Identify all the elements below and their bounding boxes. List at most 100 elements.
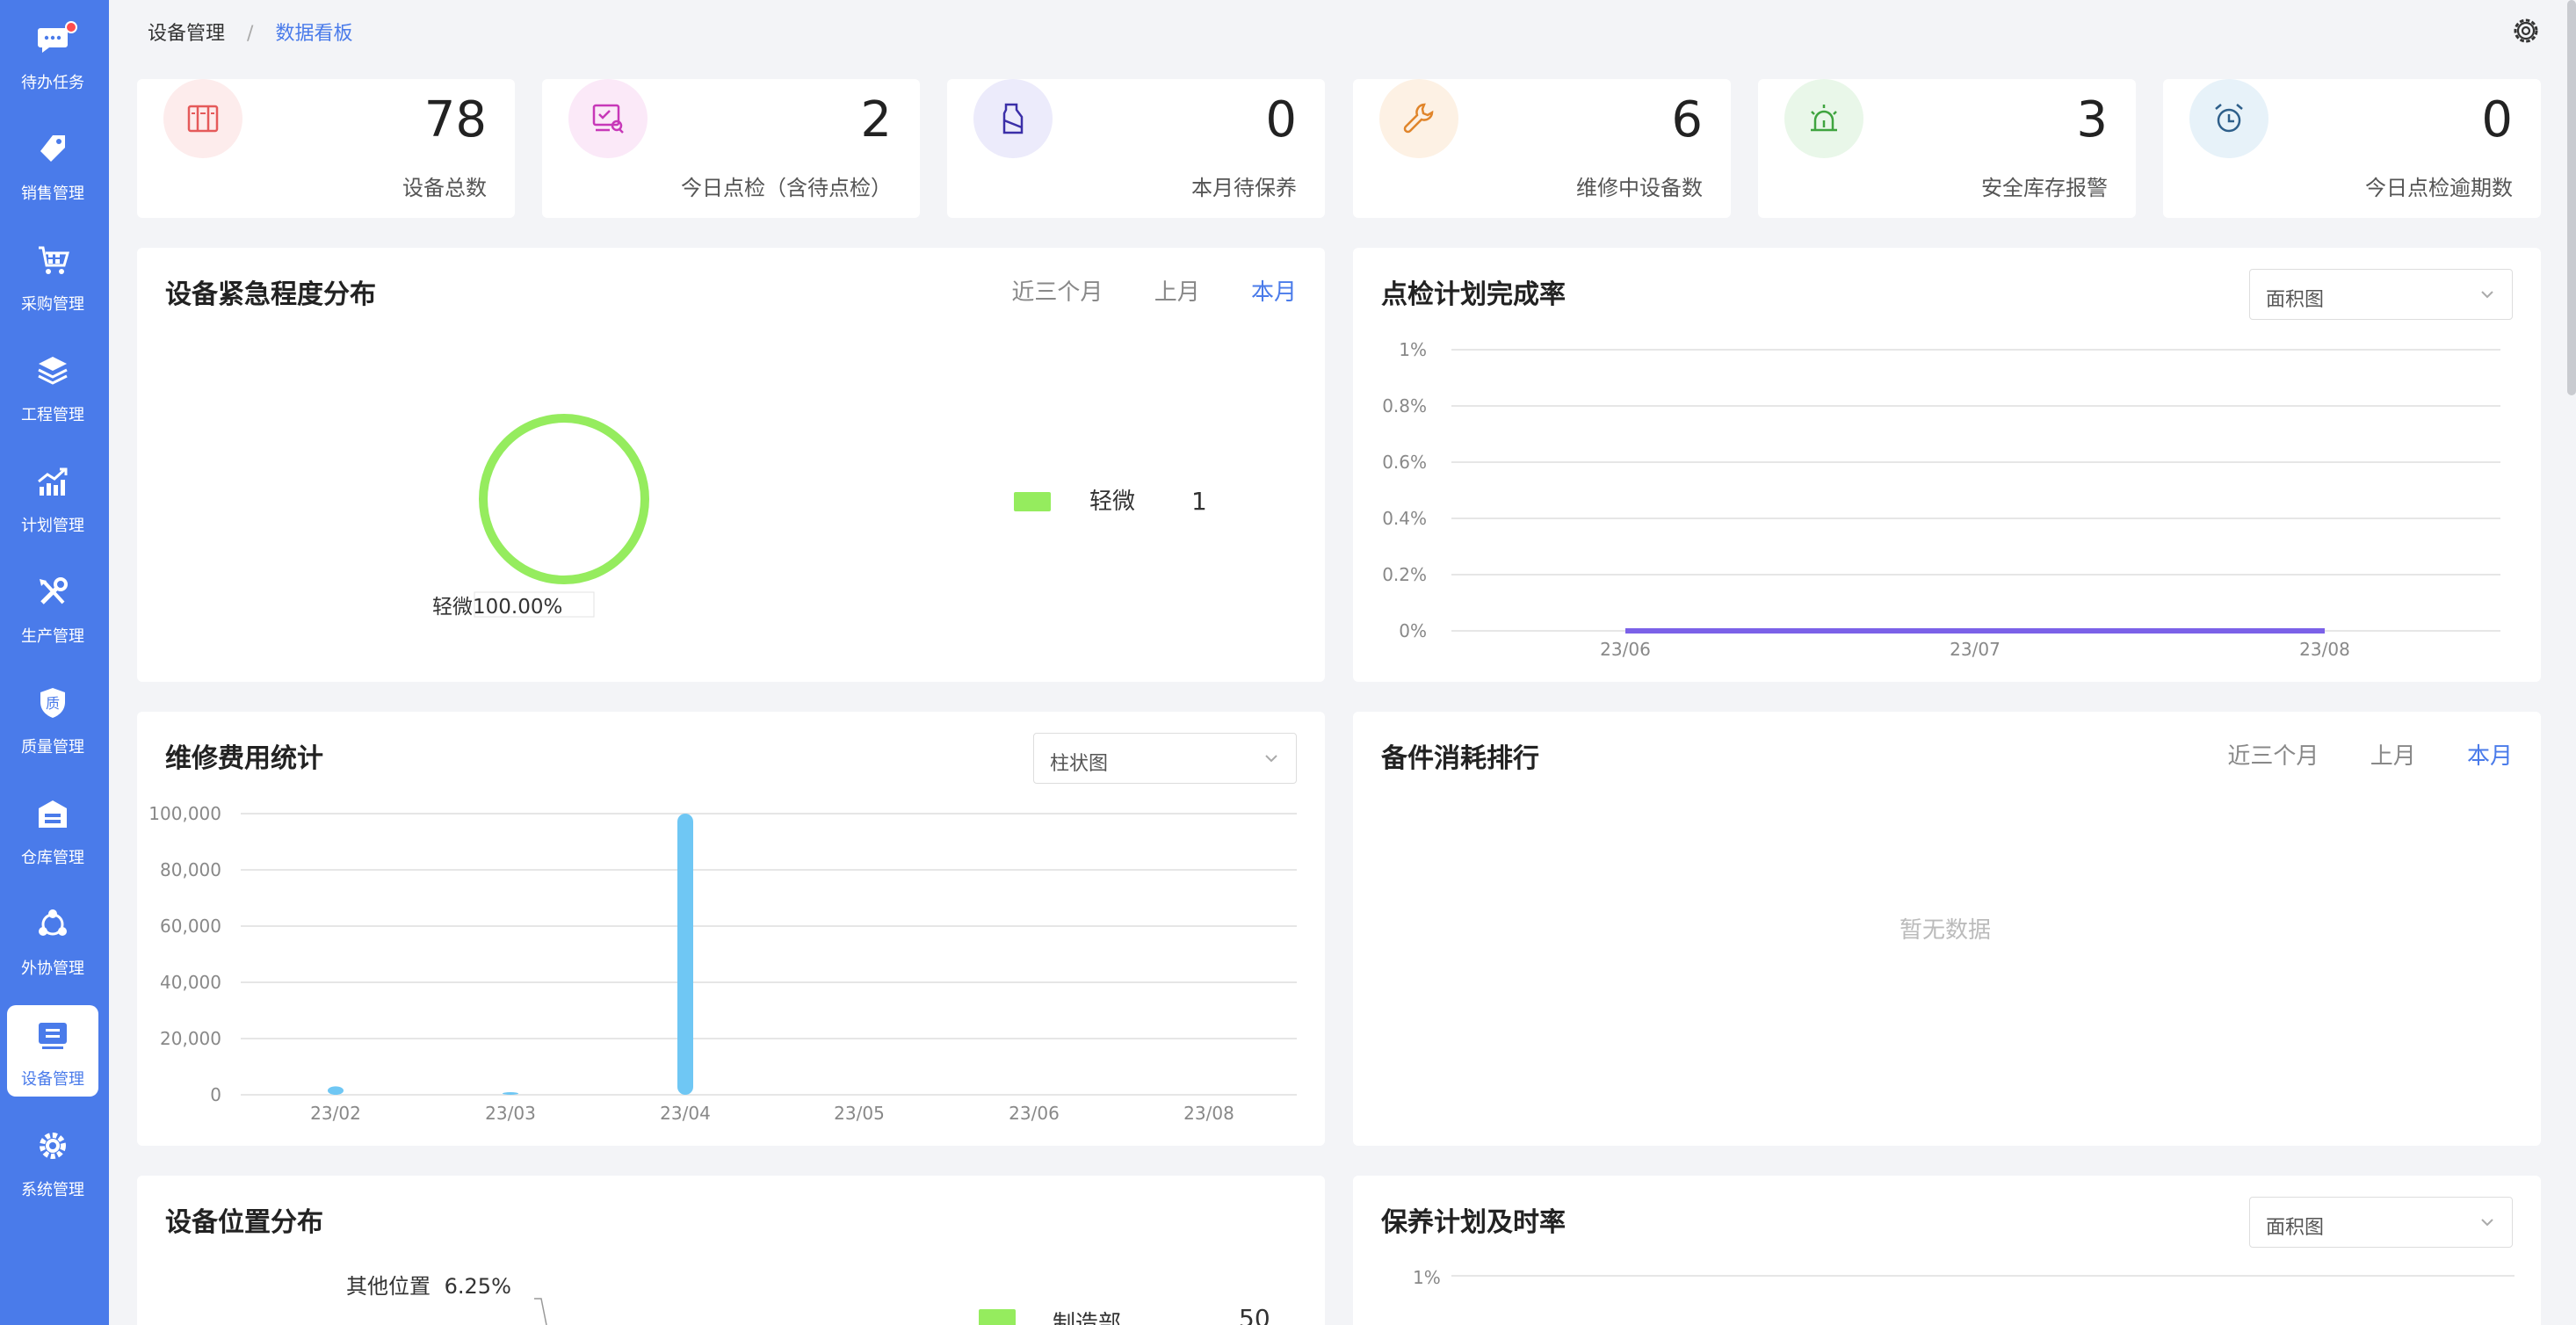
y-tick-label: 1% [1399, 339, 1427, 360]
sidebar-item-label: 采购管理 [21, 295, 84, 314]
share-icon [39, 909, 67, 936]
sidebar-item-sales[interactable]: 销售管理 [7, 119, 98, 211]
x-tick-label: 23/06 [1009, 1103, 1060, 1124]
sidebar-item-label: 销售管理 [21, 185, 84, 203]
x-tick-label: 23/06 [1600, 639, 1651, 660]
notification-dot [65, 21, 77, 33]
donut-slice [479, 414, 649, 584]
settings-icon[interactable] [2511, 16, 2541, 46]
stat-value: 2 [860, 91, 892, 148]
sidebar: 待办任务 销售管理 采购管理 工程管理 计划管理 生产管理 质 质量管理 仓库管… [0, 0, 109, 1325]
stat-value: 3 [2076, 91, 2108, 148]
sidebar-item-engineering[interactable]: 工程管理 [7, 341, 98, 432]
warehouse-icon [39, 800, 67, 828]
repair-cost-bar-chart: 100,000 80,000 60,000 40,000 20,000 0 23/02 23/… [148, 803, 1297, 1124]
legend-swatch [979, 1309, 1016, 1325]
tag-icon [40, 135, 65, 162]
sidebar-item-label: 计划管理 [21, 517, 84, 535]
y-tick-label: 80,000 [160, 859, 221, 880]
sidebar-item-system[interactable]: 系统管理 [7, 1116, 98, 1207]
stat-label: 维修中设备数 [1576, 176, 1703, 200]
sidebar-item-plan[interactable]: 计划管理 [7, 452, 98, 543]
breadcrumb-current: 数据看板 [275, 23, 353, 45]
x-tick-label: 23/07 [1950, 639, 2001, 660]
stat-icon-circle [163, 79, 242, 158]
repair-cost-panel: 维修费用统计 柱状图 100,000 80,000 60,000 40,000 20,0… [137, 712, 1325, 1146]
y-tick-label: 40,000 [160, 972, 221, 993]
stat-value: 6 [1671, 91, 1703, 148]
sidebar-item-label: 工程管理 [21, 406, 84, 424]
alarm-light-icon [1811, 105, 1837, 132]
location-panel: 设备位置分布 其他位置 6.25% 制造部 50 [137, 1176, 1325, 1325]
bar [503, 1092, 518, 1095]
spare-parts-panel: 备件消耗排行 近三个月 上月 本月 暂无数据 [1353, 712, 2541, 1146]
cart-icon [39, 246, 69, 274]
shield-glyph: 质 [46, 695, 60, 712]
x-tick-label: 23/03 [485, 1103, 536, 1124]
bottle-icon [1002, 103, 1024, 134]
sidebar-item-label: 系统管理 [21, 1181, 84, 1199]
y-tick-label: 60,000 [160, 916, 221, 937]
tab-last-month[interactable]: 上月 [2370, 743, 2416, 770]
legend-name: 轻微 [1089, 489, 1135, 515]
slice-label: 轻微100.00% [432, 596, 562, 619]
stat-icon-circle [568, 79, 648, 158]
inspection-panel: 点检计划完成率 面积图 1% 0.8% 0.6% 0.4% 0.2% 0% 23/06 23/… [1353, 248, 2541, 682]
sidebar-item-warehouse[interactable]: 仓库管理 [7, 784, 98, 875]
sidebar-item-label: 待办任务 [21, 74, 84, 92]
page-scrollbar[interactable] [2567, 0, 2576, 395]
legend-value: 50 [1239, 1304, 1270, 1325]
bar [677, 814, 693, 1095]
y-tick-label: 0 [210, 1084, 221, 1105]
urgency-donut-chart: 轻微100.00% 轻微 1 [432, 414, 1207, 619]
stat-label: 安全库存报警 [1981, 176, 2108, 200]
stat-card-total-devices[interactable]: 78 设备总数 [137, 79, 515, 218]
y-tick-label: 0.2% [1382, 564, 1427, 585]
legend-name: 制造部 [1053, 1311, 1122, 1325]
tab-this-month[interactable]: 本月 [2467, 743, 2513, 770]
bar [328, 1086, 344, 1095]
sidebar-item-label: 设备管理 [21, 1070, 84, 1089]
stat-label: 设备总数 [402, 176, 487, 200]
sidebar-item-purchase[interactable]: 采购管理 [7, 230, 98, 322]
stat-card-overdue[interactable]: 0 今日点检逾期数 [2163, 79, 2541, 218]
legend-swatch [1014, 492, 1051, 511]
pie-label-percent: 6.25% [444, 1274, 511, 1299]
stat-icon-circle [1784, 79, 1863, 158]
tab-last-three-months[interactable]: 近三个月 [2227, 743, 2319, 770]
inspection-line-chart: 1% 0.8% 0.6% 0.4% 0.2% 0% 23/06 23/07 23/08 [1382, 339, 2500, 660]
wrench-icon [1403, 103, 1434, 134]
breadcrumb-root[interactable]: 设备管理 [148, 23, 225, 45]
empty-state-text: 暂无数据 [1899, 917, 1992, 944]
stat-card-maintenance-pending[interactable]: 0 本月待保养 [947, 79, 1325, 218]
sidebar-item-label: 外协管理 [21, 959, 84, 978]
stat-card-repairing[interactable]: 6 维修中设备数 [1353, 79, 1731, 218]
legend-value: 1 [1191, 487, 1207, 516]
stat-label: 今日点检逾期数 [2365, 176, 2513, 200]
x-tick-label: 23/02 [310, 1103, 361, 1124]
sidebar-item-production[interactable]: 生产管理 [7, 562, 98, 654]
gear-icon [40, 1133, 66, 1159]
layers-icon [38, 357, 68, 385]
x-tick-label: 23/08 [2299, 639, 2350, 660]
stat-icon-circle [2189, 79, 2268, 158]
tools-icon [40, 577, 68, 605]
stat-label: 今日点检（含待点检） [681, 176, 892, 200]
stat-label: 本月待保养 [1191, 176, 1297, 200]
sidebar-item-todo[interactable]: 待办任务 [7, 9, 98, 100]
monitor-search-icon [592, 104, 624, 134]
sidebar-item-device[interactable]: 设备管理 [7, 1005, 98, 1097]
period-tabs: 近三个月 上月 本月 [2183, 738, 2513, 771]
y-tick-label: 0% [1399, 620, 1427, 641]
stat-card-stock-alarm[interactable]: 3 安全库存报警 [1758, 79, 2136, 218]
stat-card-today-inspection[interactable]: 2 今日点检（含待点检） [542, 79, 920, 218]
stat-value: 0 [1265, 91, 1297, 148]
y-tick-label: 0.4% [1382, 508, 1427, 529]
breadcrumb-separator: / [247, 23, 254, 45]
stat-icon-circle [973, 79, 1053, 158]
sidebar-item-quality[interactable]: 质 质量管理 [7, 673, 98, 764]
sidebar-item-label: 生产管理 [21, 627, 84, 646]
sidebar-item-outsource[interactable]: 外协管理 [7, 894, 98, 986]
stat-value: 0 [2481, 91, 2513, 148]
panel-title: 备件消耗排行 [1381, 743, 1539, 774]
